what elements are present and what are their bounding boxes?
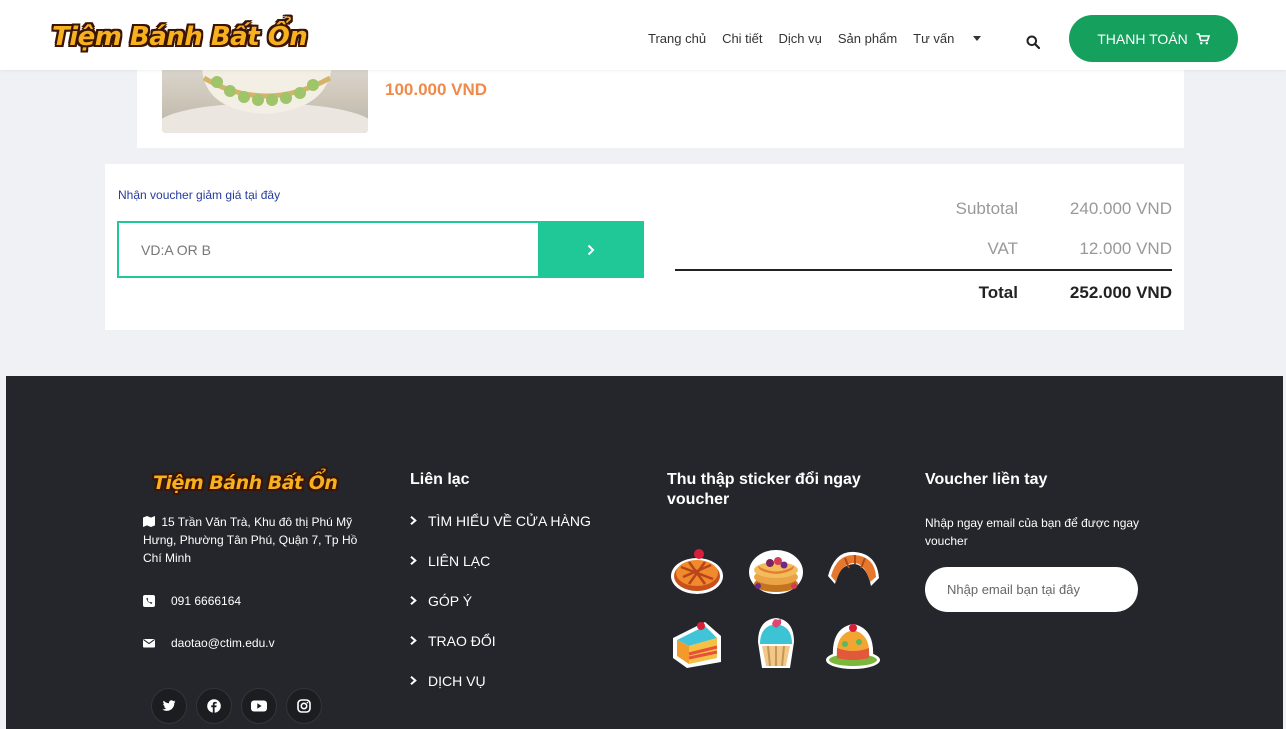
vat-value: 12.000 VND bbox=[1079, 239, 1172, 258]
footer-address-text: 15 Trần Văn Trà, Khu đô thị Phú Mỹ Hưng,… bbox=[143, 515, 358, 565]
youtube-icon[interactable] bbox=[241, 688, 277, 724]
sticker-grid bbox=[667, 542, 887, 678]
checkout-button[interactable]: THANH TOÁN bbox=[1069, 15, 1238, 62]
chevron-right-icon bbox=[410, 556, 417, 565]
cake-image bbox=[162, 70, 368, 133]
phone-icon bbox=[143, 595, 155, 607]
instagram-glyph bbox=[297, 699, 311, 713]
subtotal-row: Subtotal 240.000 VND bbox=[675, 199, 1172, 219]
link-about-store[interactable]: TÌM HIỂU VỀ CỬA HÀNG bbox=[410, 513, 591, 553]
chevron-right-icon bbox=[587, 244, 595, 255]
instagram-icon[interactable] bbox=[286, 688, 322, 724]
search-icon[interactable] bbox=[1026, 35, 1040, 49]
croissant-sticker[interactable] bbox=[825, 542, 881, 598]
voucher-description: Nhập ngay email của bạn để được ngay vou… bbox=[925, 516, 1140, 548]
cart-item-card: 100.000 VND bbox=[137, 70, 1184, 148]
social-links bbox=[151, 688, 331, 724]
facebook-glyph bbox=[207, 699, 221, 713]
link-label: TÌM HIỂU VỀ CỬA HÀNG bbox=[428, 513, 591, 529]
link-label: TRAO ĐỔI bbox=[428, 633, 496, 649]
nav-item-detail[interactable]: Chi tiết bbox=[722, 31, 762, 46]
pie-sticker[interactable] bbox=[669, 542, 725, 598]
footer-phone: 091 6666164 bbox=[143, 594, 241, 608]
nav-item-consult-label: Tư vấn bbox=[913, 31, 955, 46]
contact-links: TÌM HIỂU VỀ CỬA HÀNG LIÊN LẠC GÓP Ý TRAO… bbox=[410, 513, 591, 713]
nav-item-home[interactable]: Trang chủ bbox=[648, 31, 706, 46]
vat-row: VAT 12.000 VND bbox=[675, 239, 1172, 259]
voucher-input[interactable] bbox=[117, 221, 538, 278]
facebook-icon[interactable] bbox=[196, 688, 232, 724]
link-label: LIÊN LẠC bbox=[428, 553, 491, 569]
email-input[interactable] bbox=[925, 567, 1138, 612]
footer-phone-text: 091 6666164 bbox=[171, 594, 242, 608]
brand-logo-text[interactable]: Tiệm Bánh Bất Ổn bbox=[52, 22, 308, 52]
product-price: 100.000 VND bbox=[385, 80, 488, 99]
voucher-title: Voucher liền tay bbox=[925, 471, 1048, 488]
subtotal-label: Subtotal bbox=[955, 199, 1018, 218]
checkout-button-label: THANH TOÁN bbox=[1097, 30, 1188, 47]
chevron-right-icon bbox=[410, 596, 417, 605]
vat-label: VAT bbox=[987, 239, 1018, 258]
nav-item-services[interactable]: Dịch vụ bbox=[779, 31, 822, 46]
site-footer: Tiệm Bánh Bất Ổn 15 Trần Văn Trà, Khu đô… bbox=[6, 376, 1283, 729]
nav-item-products[interactable]: Sản phẩm bbox=[838, 31, 897, 46]
footer-logo-text: Tiệm Bánh Bất Ổn bbox=[153, 472, 338, 494]
total-label: Total bbox=[978, 283, 1018, 302]
link-contact[interactable]: LIÊN LẠC bbox=[410, 553, 591, 593]
chevron-right-icon bbox=[410, 676, 417, 685]
link-label: DỊCH VỤ bbox=[428, 673, 486, 689]
chevron-right-icon bbox=[410, 636, 417, 645]
brand-logo[interactable]: Tiệm Bánh Bất Ổn bbox=[52, 20, 308, 54]
subtotal-value: 240.000 VND bbox=[1069, 199, 1172, 218]
chevron-right-icon bbox=[410, 516, 417, 525]
jelly-cake-sticker[interactable] bbox=[825, 614, 881, 670]
caret-down-icon bbox=[973, 36, 982, 41]
footer-address: 15 Trần Văn Trà, Khu đô thị Phú Mỹ Hưng,… bbox=[143, 513, 371, 567]
main-nav: Trang chủ Chi tiết Dịch vụ Sản phẩm Tư v… bbox=[648, 31, 997, 46]
top-navbar: Tiệm Bánh Bất Ổn Trang chủ Chi tiết Dịch… bbox=[0, 0, 1286, 70]
cupcake-sticker[interactable] bbox=[748, 614, 804, 670]
link-feedback[interactable]: GÓP Ý bbox=[410, 593, 591, 633]
footer-email-text: daotao@ctim.edu.v bbox=[171, 636, 275, 650]
voucher-link[interactable]: Nhận voucher giảm giá tại đây bbox=[118, 188, 280, 202]
footer-logo[interactable]: Tiệm Bánh Bất Ổn bbox=[153, 472, 338, 494]
envelope-icon bbox=[143, 639, 155, 648]
cart-icon bbox=[1196, 32, 1210, 44]
youtube-glyph bbox=[251, 700, 267, 712]
link-exchange[interactable]: TRAO ĐỔI bbox=[410, 633, 591, 673]
twitter-icon[interactable] bbox=[151, 688, 187, 724]
total-row: Total 252.000 VND bbox=[675, 283, 1172, 303]
link-label: GÓP Ý bbox=[428, 593, 473, 609]
footer-email: daotao@ctim.edu.v bbox=[143, 636, 275, 650]
map-icon bbox=[143, 516, 155, 527]
pancake-sticker[interactable] bbox=[748, 542, 804, 598]
voucher-apply-button[interactable] bbox=[538, 221, 644, 278]
product-image[interactable] bbox=[162, 70, 368, 133]
total-value: 252.000 VND bbox=[1069, 283, 1172, 302]
sticker-title: Thu thập sticker đổi ngay voucher bbox=[667, 471, 861, 508]
cart-summary: Nhận voucher giảm giá tại đây Subtotal 2… bbox=[105, 164, 1184, 330]
twitter-glyph bbox=[162, 700, 176, 711]
totals-divider bbox=[675, 269, 1172, 271]
contact-title: Liên lạc bbox=[410, 471, 470, 488]
link-services[interactable]: DỊCH VỤ bbox=[410, 673, 591, 713]
nav-item-consult[interactable]: Tư vấn bbox=[913, 31, 982, 46]
cake-slice-sticker[interactable] bbox=[669, 614, 725, 670]
